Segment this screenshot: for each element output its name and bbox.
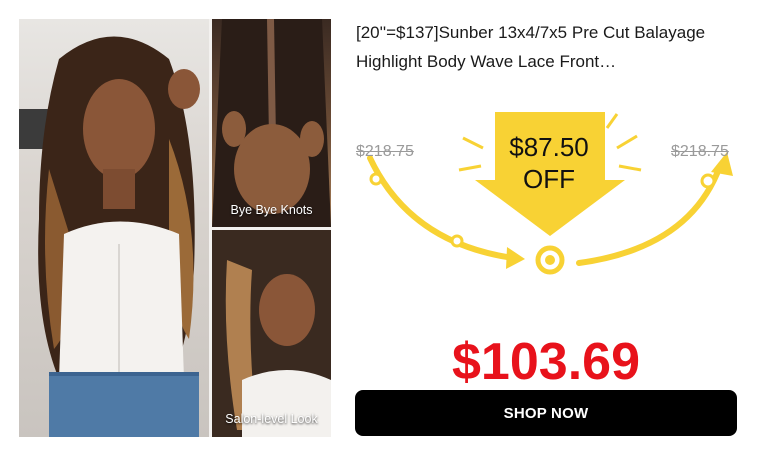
product-ad[interactable]: Bye Bye Knots Salon-level Look [20''=$13… bbox=[0, 0, 757, 456]
product-image-collage[interactable]: Bye Bye Knots Salon-level Look bbox=[19, 19, 331, 437]
final-price: $103.69 bbox=[452, 333, 640, 391]
discount-label: $87.50 OFF bbox=[494, 131, 604, 195]
original-price-left: $218.75 bbox=[356, 143, 414, 160]
detail-photo-salon: Salon-level Look bbox=[212, 230, 331, 437]
caption-salon-level-look: Salon-level Look bbox=[225, 412, 318, 426]
model-photo bbox=[19, 19, 209, 437]
product-title[interactable]: [20''=$137]Sunber 13x4/7x5 Pre Cut Balay… bbox=[356, 18, 741, 76]
discount-amount: $87.50 bbox=[509, 132, 589, 162]
original-price-right: $218.75 bbox=[671, 143, 729, 160]
shop-now-button[interactable]: SHOP NOW bbox=[355, 390, 737, 436]
detail-photo-knots: Bye Bye Knots bbox=[212, 19, 331, 227]
discount-suffix: OFF bbox=[523, 164, 575, 194]
caption-bye-bye-knots: Bye Bye Knots bbox=[230, 203, 313, 217]
